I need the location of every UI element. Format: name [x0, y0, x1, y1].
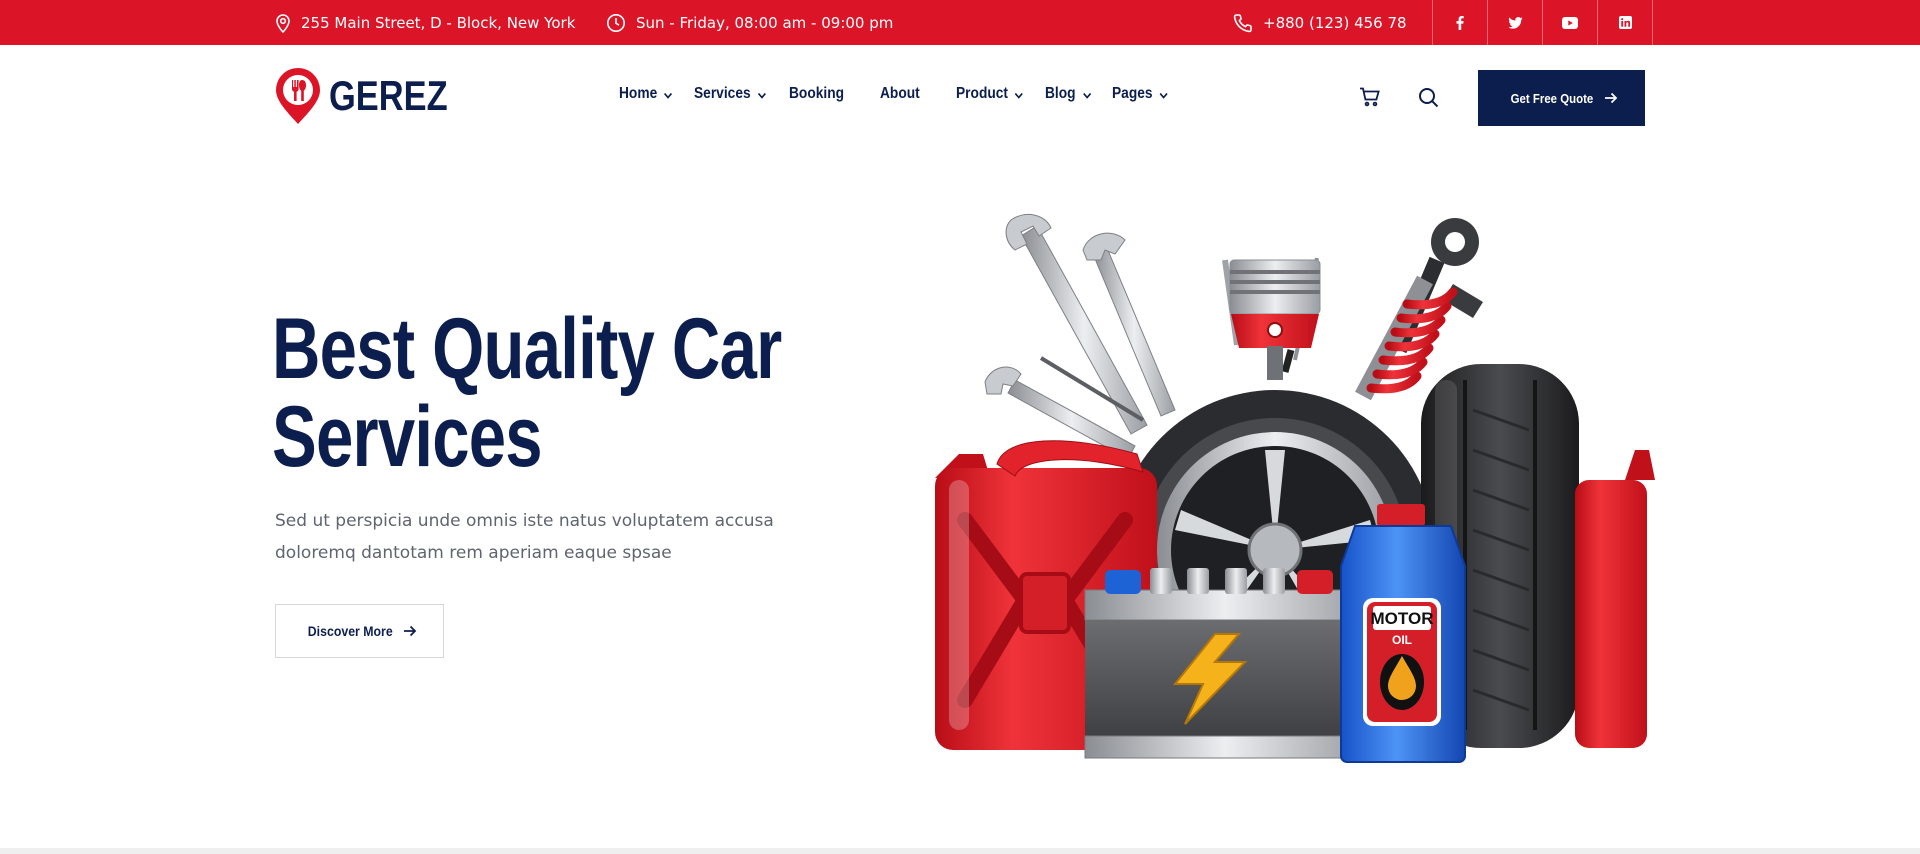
- phone-info[interactable]: +880 (123) 456 78: [1233, 0, 1407, 45]
- facebook-link[interactable]: [1433, 0, 1488, 45]
- logo[interactable]: GEREZ: [275, 67, 474, 125]
- jerry-can-right: [1575, 450, 1655, 748]
- nav-home-label: Home: [619, 85, 658, 102]
- section-divider: [0, 848, 1920, 854]
- twitter-link[interactable]: [1488, 0, 1543, 45]
- nav-about[interactable]: About: [880, 85, 920, 103]
- get-free-quote-label: Get Free Quote: [1510, 90, 1593, 106]
- location-pin-icon: [276, 13, 290, 33]
- motor-oil-bottle: MOTOR OIL: [1340, 504, 1466, 763]
- hero-subtitle-line-2: doloremq dantotam rem aperiam eaque spsa…: [275, 543, 672, 563]
- arrow-right-icon: [404, 625, 417, 637]
- nav-booking-label: Booking: [789, 85, 845, 102]
- nav-home[interactable]: Home: [619, 85, 673, 103]
- chevron-down-icon: [757, 92, 766, 99]
- nav-booking[interactable]: Booking: [789, 85, 844, 103]
- phone-icon: [1233, 13, 1252, 32]
- chevron-down-icon: [1159, 92, 1168, 99]
- car-parts-illustration: MOTOR OIL: [935, 213, 1655, 763]
- arrow-right-icon: [1605, 92, 1618, 104]
- nav-blog-label: Blog: [1045, 85, 1076, 102]
- nav-blog[interactable]: Blog: [1045, 85, 1091, 103]
- youtube-icon: [1562, 16, 1578, 29]
- top-bar: 255 Main Street, D - Block, New York Sun…: [0, 0, 1920, 45]
- nav-pages[interactable]: Pages: [1112, 85, 1168, 103]
- car-battery: [1084, 568, 1366, 759]
- search-icon: [1418, 87, 1438, 107]
- site-header: GEREZ Home Services Booking About Produc…: [0, 45, 1920, 149]
- hero-title-line-2: Services: [272, 389, 543, 485]
- logo-text: GEREZ: [329, 72, 448, 119]
- get-free-quote-button[interactable]: Get Free Quote: [1478, 70, 1645, 126]
- hours-info: Sun - Friday, 08:00 am - 09:00 pm: [606, 0, 893, 45]
- address-info: 255 Main Street, D - Block, New York: [275, 0, 575, 45]
- hero-title-line-1: Best Quality Car: [272, 301, 782, 397]
- nav-services-label: Services: [694, 85, 751, 102]
- cart-icon: [1360, 87, 1380, 107]
- oil-label-oil: OIL: [1392, 633, 1412, 647]
- hero-subtitle-line-1: Sed ut perspicia unde omnis iste natus v…: [275, 511, 774, 531]
- social-links: [1432, 0, 1653, 45]
- facebook-icon: [1456, 15, 1464, 30]
- hours-text: Sun - Friday, 08:00 am - 09:00 pm: [636, 13, 894, 32]
- clock-icon: [607, 13, 625, 32]
- nav-product[interactable]: Product: [956, 85, 1024, 103]
- logo-pin-wrench-icon: [276, 67, 320, 124]
- oil-label-motor: MOTOR: [1371, 609, 1434, 628]
- hero-title: Best Quality Car Services: [272, 301, 782, 485]
- youtube-link[interactable]: [1543, 0, 1598, 45]
- hero-subtitle: Sed ut perspicia unde omnis iste natus v…: [275, 505, 795, 569]
- address-text: 255 Main Street, D - Block, New York: [301, 13, 576, 32]
- linkedin-icon: [1618, 16, 1632, 29]
- nav-product-label: Product: [956, 85, 1008, 102]
- linkedin-link[interactable]: [1598, 0, 1653, 45]
- discover-more-label: Discover More: [307, 623, 393, 639]
- discover-more-button[interactable]: Discover More: [275, 604, 444, 658]
- chevron-down-icon: [664, 92, 673, 99]
- chevron-down-icon: [1082, 92, 1091, 99]
- chevron-down-icon: [1015, 92, 1024, 99]
- nav-pages-label: Pages: [1112, 85, 1153, 102]
- piston: [1229, 259, 1321, 380]
- twitter-icon: [1507, 16, 1523, 29]
- phone-text: +880 (123) 456 78: [1263, 13, 1407, 32]
- search-button[interactable]: [1416, 85, 1440, 109]
- nav-about-label: About: [880, 85, 920, 102]
- nav-services[interactable]: Services: [694, 85, 766, 103]
- cart-button[interactable]: [1358, 85, 1382, 109]
